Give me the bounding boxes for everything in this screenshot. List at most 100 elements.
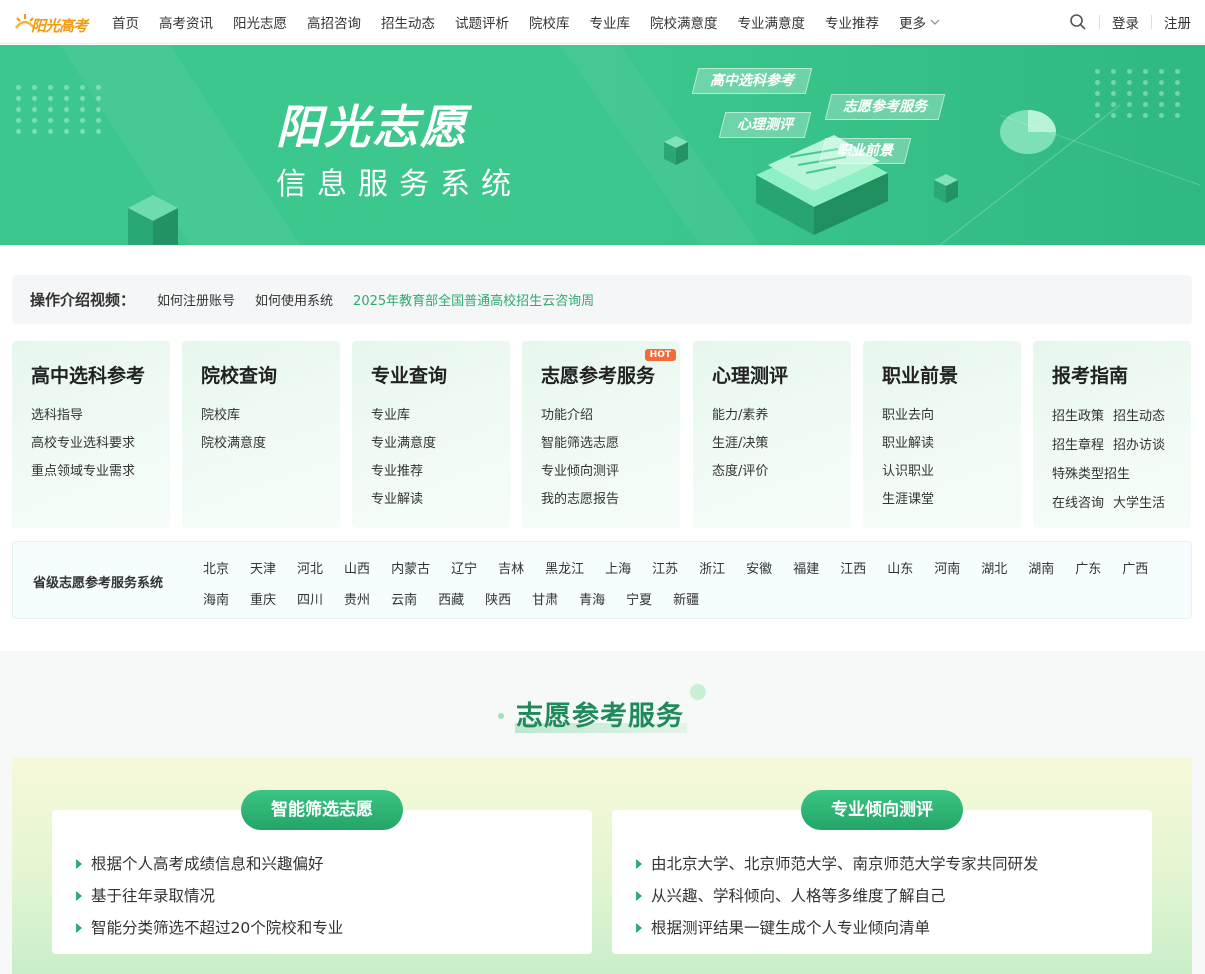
card-title[interactable]: 专业查询 xyxy=(371,361,510,388)
province-link[interactable]: 新疆 xyxy=(673,585,699,616)
banner-tag-volunteer-service[interactable]: 志愿参考服务 xyxy=(824,94,946,120)
province-link[interactable]: 内蒙古 xyxy=(391,554,430,585)
card-link[interactable]: 专业库 xyxy=(371,402,510,430)
card-link[interactable]: 大学生活 xyxy=(1113,489,1165,518)
tutorial-link-register[interactable]: 如何注册账号 xyxy=(157,290,235,309)
card-link[interactable]: 我的志愿报告 xyxy=(541,486,680,514)
card-link[interactable]: 招生动态 xyxy=(1113,402,1165,431)
province-link[interactable]: 江西 xyxy=(840,554,866,585)
card-title[interactable]: 志愿参考服务 xyxy=(541,361,680,388)
card-title[interactable]: 职业前景 xyxy=(882,361,1021,388)
province-link[interactable]: 云南 xyxy=(391,585,417,616)
card-title[interactable]: 心理测评 xyxy=(712,361,851,388)
feature-item: 根据测评结果一键生成个人专业倾向清单 xyxy=(636,912,1152,944)
province-link[interactable]: 青海 xyxy=(579,585,605,616)
nav-item-colleges[interactable]: 院校库 xyxy=(529,12,570,32)
card-link[interactable]: 重点领域专业需求 xyxy=(31,458,170,486)
province-link[interactable]: 贵州 xyxy=(344,585,370,616)
triangle-bullet-icon xyxy=(636,923,642,933)
province-link[interactable]: 河北 xyxy=(297,554,323,585)
main-menu: 首页 高考资讯 阳光志愿 高招咨询 招生动态 试题评析 院校库 专业库 院校满意… xyxy=(112,0,960,44)
province-link[interactable]: 河南 xyxy=(934,554,960,585)
card-link[interactable]: 职业解读 xyxy=(882,430,1021,458)
nav-item-admission[interactable]: 招生动态 xyxy=(381,12,435,32)
card-link[interactable]: 认识职业 xyxy=(882,458,1021,486)
nav-item-home[interactable]: 首页 xyxy=(112,12,139,32)
card-link[interactable]: 院校满意度 xyxy=(201,430,340,458)
banner-tag-label: 志愿参考服务 xyxy=(843,99,927,115)
card-title[interactable]: 高中选科参考 xyxy=(31,361,170,388)
card-title[interactable]: 院校查询 xyxy=(201,361,340,388)
register-link[interactable]: 注册 xyxy=(1164,12,1191,32)
card-link[interactable]: 招生章程 xyxy=(1052,431,1104,460)
province-link[interactable]: 广东 xyxy=(1075,554,1101,585)
province-link[interactable]: 陕西 xyxy=(485,585,511,616)
card-link[interactable]: 能力/素养 xyxy=(712,402,851,430)
province-link[interactable]: 甘肃 xyxy=(532,585,558,616)
feature-item-text: 从兴趣、学科倾向、人格等多维度了解自己 xyxy=(651,887,946,905)
nav-item-college-satisfaction[interactable]: 院校满意度 xyxy=(650,12,718,32)
card-link[interactable]: 招办访谈 xyxy=(1113,431,1165,460)
triangle-bullet-icon xyxy=(636,891,642,901)
nav-item-more[interactable]: 更多 xyxy=(899,12,940,32)
nav-item-consult[interactable]: 高招咨询 xyxy=(307,12,361,32)
feature-badge-smart-filter[interactable]: 智能筛选志愿 xyxy=(241,790,403,830)
province-link[interactable]: 湖北 xyxy=(981,554,1007,585)
province-link[interactable]: 海南 xyxy=(203,585,229,616)
card-link[interactable]: 专业解读 xyxy=(371,486,510,514)
province-link[interactable]: 湖南 xyxy=(1028,554,1054,585)
card-link[interactable]: 智能筛选志愿 xyxy=(541,430,680,458)
province-link[interactable]: 天津 xyxy=(250,554,276,585)
feature-item-text: 根据个人高考成绩信息和兴趣偏好 xyxy=(91,855,324,873)
province-link[interactable]: 山西 xyxy=(344,554,370,585)
card-link[interactable]: 高校专业选科要求 xyxy=(31,430,170,458)
tutorial-link-usage[interactable]: 如何使用系统 xyxy=(255,290,333,309)
feature-badge-major-test[interactable]: 专业倾向测评 xyxy=(801,790,963,830)
nav-item-volunteer[interactable]: 阳光志愿 xyxy=(233,12,287,32)
card-link[interactable]: 功能介绍 xyxy=(541,402,680,430)
tutorial-link-cloud-week[interactable]: 2025年教育部全国普通高校招生云咨询周 xyxy=(353,290,594,309)
nav-item-majors[interactable]: 专业库 xyxy=(590,12,631,32)
card-link[interactable]: 职业去向 xyxy=(882,402,1021,430)
card-link[interactable]: 专业推荐 xyxy=(371,458,510,486)
nav-item-exam-review[interactable]: 试题评析 xyxy=(455,12,509,32)
card-link[interactable]: 选科指导 xyxy=(31,402,170,430)
banner-tag-career[interactable]: 职业前景 xyxy=(818,138,912,164)
nav-item-news[interactable]: 高考资讯 xyxy=(159,12,213,32)
card-link[interactable]: 生涯课堂 xyxy=(882,486,1021,514)
province-link[interactable]: 四川 xyxy=(297,585,323,616)
card-title[interactable]: 报考指南 xyxy=(1052,361,1191,388)
card-link[interactable]: 在线咨询 xyxy=(1052,489,1104,518)
decorative-dot xyxy=(498,713,504,719)
nav-item-major-recommend[interactable]: 专业推荐 xyxy=(825,12,879,32)
card-link[interactable]: 态度/评价 xyxy=(712,458,851,486)
card-link[interactable]: 招生政策 xyxy=(1052,402,1104,431)
province-link[interactable]: 安徽 xyxy=(746,554,772,585)
banner-tag-psych-test[interactable]: 心理测评 xyxy=(718,112,812,138)
site-logo[interactable]: 阳光高考 xyxy=(14,6,90,38)
card-link[interactable]: 专业满意度 xyxy=(371,430,510,458)
province-link[interactable]: 吉林 xyxy=(498,554,524,585)
province-link[interactable]: 西藏 xyxy=(438,585,464,616)
card-link[interactable]: 生涯/决策 xyxy=(712,430,851,458)
nav-item-major-satisfaction[interactable]: 专业满意度 xyxy=(738,12,806,32)
province-link[interactable]: 江苏 xyxy=(652,554,678,585)
province-link[interactable]: 重庆 xyxy=(250,585,276,616)
province-link[interactable]: 山东 xyxy=(887,554,913,585)
card-link[interactable]: 专业倾向测评 xyxy=(541,458,680,486)
province-link[interactable]: 浙江 xyxy=(699,554,725,585)
province-link[interactable]: 黑龙江 xyxy=(545,554,584,585)
search-icon[interactable] xyxy=(1069,13,1087,31)
banner-tag-subject-selection[interactable]: 高中选科参考 xyxy=(691,68,813,94)
province-link[interactable]: 辽宁 xyxy=(451,554,477,585)
province-link[interactable]: 福建 xyxy=(793,554,819,585)
card-link[interactable]: 院校库 xyxy=(201,402,340,430)
province-link[interactable]: 广西 xyxy=(1122,554,1148,585)
tutorial-label: 操作介绍视频： xyxy=(30,291,136,309)
province-link[interactable]: 宁夏 xyxy=(626,585,652,616)
card-link[interactable]: 特殊类型招生 xyxy=(1052,460,1130,489)
user-actions: 登录 注册 xyxy=(1069,0,1191,44)
province-link[interactable]: 北京 xyxy=(203,554,229,585)
province-link[interactable]: 上海 xyxy=(605,554,631,585)
login-link[interactable]: 登录 xyxy=(1112,12,1139,32)
